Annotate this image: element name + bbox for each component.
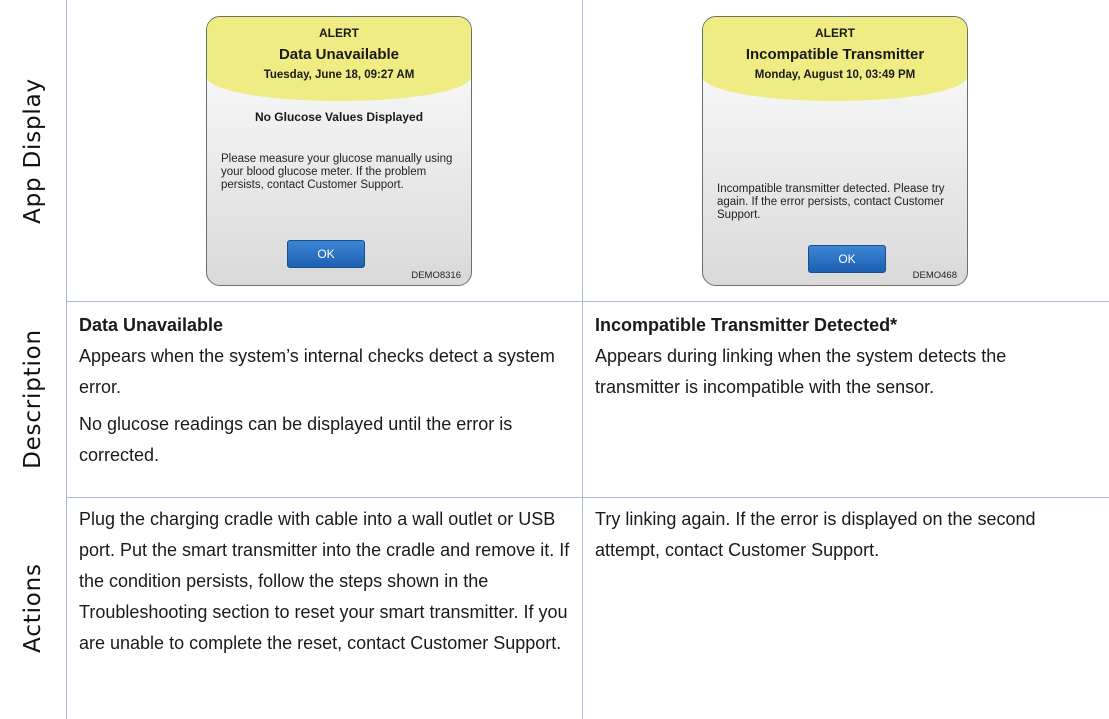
row-label-description-text: Description (20, 329, 47, 469)
demo-code: DEMO8316 (411, 270, 461, 281)
row-divider-1 (66, 301, 1109, 302)
ok-button[interactable]: OK (808, 245, 886, 273)
alert-label: ALERT (319, 26, 359, 40)
alert-title: Incompatible Transmitter (745, 46, 925, 63)
ok-button[interactable]: OK (287, 240, 365, 268)
alert-message: Incompatible transmitter detected. Pleas… (717, 183, 945, 221)
demo-code: DEMO468 (912, 270, 957, 281)
incompatible-transmitter-alert-screen: ALERT Incompatible Transmitter Monday, A… (702, 16, 968, 286)
right-actions-text: Try linking again. If the error is displ… (595, 509, 1036, 560)
row-label-actions-text: Actions (20, 563, 46, 653)
row-divider-2 (66, 497, 1109, 498)
alert-header: ALERT Incompatible Transmitter Monday, A… (703, 17, 967, 101)
row-label-app-display-text: App Display (20, 77, 47, 224)
alert-label: ALERT (815, 26, 855, 40)
alert-date: Tuesday, June 18, 09:27 AM (263, 69, 415, 81)
row-label-app-display: App Display (0, 0, 66, 301)
column-divider-middle (582, 0, 583, 719)
right-description-text-1: Appears during linking when the system d… (595, 346, 1007, 397)
left-description-cell: Data Unavailable Appears when the system… (79, 310, 579, 471)
alert-header: ALERT Data Unavailable Tuesday, June 18,… (207, 17, 471, 101)
right-description-cell: Incompatible Transmitter Detected* Appea… (595, 310, 1095, 403)
left-description-text-2: No glucose readings can be displayed unt… (79, 414, 513, 465)
alert-date: Monday, August 10, 03:49 PM (754, 69, 916, 81)
left-description-text-1: Appears when the system’s internal check… (79, 346, 555, 397)
left-actions-text: Plug the charging cradle with cable into… (79, 509, 570, 653)
alert-subheading: No Glucose Values Displayed (254, 110, 424, 124)
row-label-description: Description (0, 301, 66, 497)
left-actions-cell: Plug the charging cradle with cable into… (79, 504, 579, 659)
row-label-actions: Actions (0, 497, 66, 719)
left-description-title: Data Unavailable (79, 315, 224, 335)
data-unavailable-alert-screen: ALERT Data Unavailable Tuesday, June 18,… (206, 16, 472, 286)
alert-message: Please measure your glucose manually usi… (221, 153, 453, 191)
right-actions-cell: Try linking again. If the error is displ… (595, 504, 1075, 566)
column-divider-left (66, 0, 67, 719)
alert-title: Data Unavailable (278, 46, 400, 63)
right-description-title: Incompatible Transmitter Detected* (595, 315, 898, 335)
